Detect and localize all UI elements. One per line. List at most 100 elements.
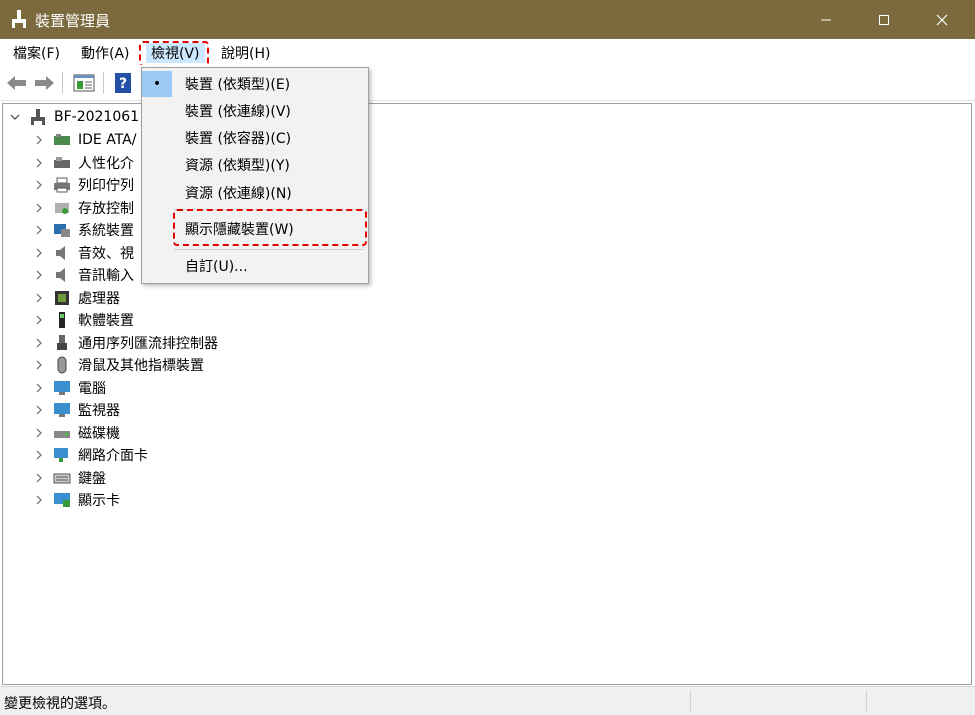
chevron-right-icon[interactable] <box>32 268 46 282</box>
chevron-right-icon[interactable] <box>32 403 46 417</box>
tree-root-label: BF-2021061 <box>54 109 140 125</box>
menu-item-label: 裝置 (依類型)(E) <box>185 77 291 93</box>
close-button[interactable] <box>916 0 968 39</box>
maximize-icon <box>879 14 889 25</box>
tree-category-row[interactable]: 系統裝置 <box>32 219 134 241</box>
tree-category-label: 列印佇列 <box>78 178 134 194</box>
disk-drive-icon <box>52 424 72 442</box>
close-icon <box>936 14 948 25</box>
back-button[interactable] <box>5 71 29 95</box>
chevron-right-icon[interactable] <box>32 223 46 237</box>
tree-category-row[interactable]: 監視器 <box>32 399 120 421</box>
tree-category-row[interactable]: 滑鼠及其他指標裝置 <box>32 354 204 376</box>
menu-separator <box>174 209 364 210</box>
tree-category-label: 通用序列匯流排控制器 <box>78 335 218 352</box>
properties-icon <box>73 74 95 92</box>
chevron-right-icon[interactable] <box>32 156 46 170</box>
speaker-icon <box>52 244 72 262</box>
help-icon: ? <box>115 73 131 93</box>
tree-category-row[interactable]: 磁碟機 <box>32 422 120 444</box>
ide-controller-icon <box>52 131 72 149</box>
tree-category-label: 音效、視 <box>78 245 134 262</box>
chevron-right-icon[interactable] <box>32 471 46 485</box>
chevron-right-icon[interactable] <box>32 246 46 260</box>
tree-category-row[interactable]: 網路介面卡 <box>32 444 148 466</box>
tree-category-label: 滑鼠及其他指標裝置 <box>78 358 204 374</box>
tree-category-row[interactable]: 電腦 <box>32 377 106 399</box>
chevron-down-icon[interactable] <box>8 110 22 124</box>
audio-input-icon <box>52 266 72 284</box>
properties-button[interactable] <box>72 71 96 95</box>
chevron-right-icon[interactable] <box>32 178 46 192</box>
chevron-right-icon[interactable] <box>32 426 46 440</box>
menu-item-label: 顯示隱藏裝置(W) <box>185 222 294 238</box>
keyboard-icon <box>52 469 72 487</box>
device-manager-app-icon <box>10 9 28 29</box>
tree-category-row[interactable]: 顯示卡 <box>32 489 120 511</box>
menu-item-resources-by-connection[interactable]: 資源 (依連線)(N) <box>142 180 368 206</box>
toolbar-separator <box>62 72 63 94</box>
chevron-right-icon[interactable] <box>32 448 46 462</box>
system-device-icon <box>52 221 72 239</box>
menu-item-label: 資源 (依連線)(N) <box>185 186 292 202</box>
minimize-icon <box>821 19 831 20</box>
chevron-right-icon[interactable] <box>32 133 46 147</box>
chevron-right-icon[interactable] <box>32 313 46 327</box>
tree-category-row[interactable]: 人性化介 <box>32 152 134 174</box>
printer-icon <box>52 176 72 194</box>
menu-item-show-hidden-devices[interactable]: 顯示隱藏裝置(W) <box>142 216 368 242</box>
help-button[interactable]: ? <box>111 71 135 95</box>
tree-category-label: 音訊輸入 <box>78 268 134 284</box>
tree-category-label: 處理器 <box>78 290 120 307</box>
mouse-icon <box>52 356 72 374</box>
usb-icon <box>52 334 72 352</box>
tree-category-row[interactable]: 處理器 <box>32 287 120 309</box>
menu-item-devices-by-connection[interactable]: 裝置 (依連線)(V) <box>142 98 368 124</box>
menu-action[interactable]: 動作(A) <box>81 43 130 63</box>
tree-category-row[interactable]: 存放控制 <box>32 197 134 219</box>
menu-item-label: 裝置 (依容器)(C) <box>185 131 292 147</box>
tree-category-row[interactable]: 音訊輸入 <box>32 264 134 286</box>
chevron-right-icon[interactable] <box>32 358 46 372</box>
storage-controller-icon <box>52 199 72 217</box>
tree-category-label: IDE ATA/ <box>78 132 137 148</box>
menu-item-resources-by-type[interactable]: 資源 (依類型)(Y) <box>142 152 368 178</box>
status-bar: 變更檢視的選項。 <box>0 686 975 715</box>
tree-category-label: 鍵盤 <box>78 470 106 487</box>
chevron-right-icon[interactable] <box>32 201 46 215</box>
menu-item-customize[interactable]: 自訂(U)... <box>142 253 368 279</box>
forward-arrow-icon <box>35 76 54 90</box>
tree-category-row[interactable]: 列印佇列 <box>32 174 134 196</box>
menu-item-devices-by-type[interactable]: • 裝置 (依類型)(E) <box>142 71 368 97</box>
menu-bar: 檔案(F) 動作(A) 檢視(V) 說明(H) <box>0 39 975 65</box>
menu-view[interactable]: 檢視(V) <box>146 43 205 63</box>
chevron-right-icon[interactable] <box>32 336 46 350</box>
maximize-button[interactable] <box>858 0 910 39</box>
status-text: 變更檢視的選項。 <box>4 696 116 712</box>
tree-category-row[interactable]: 軟體裝置 <box>32 309 134 331</box>
toolbar-separator <box>103 72 104 94</box>
menu-file[interactable]: 檔案(F) <box>13 43 60 63</box>
processor-icon <box>52 289 72 307</box>
tree-category-row[interactable]: 通用序列匯流排控制器 <box>32 332 218 354</box>
minimize-button[interactable] <box>800 0 852 39</box>
status-pane <box>690 690 866 712</box>
tree-category-row[interactable]: 鍵盤 <box>32 467 106 489</box>
tree-category-label: 網路介面卡 <box>78 448 148 464</box>
tree-category-label: 軟體裝置 <box>78 313 134 329</box>
tree-root[interactable]: BF-2021061 <box>8 106 139 128</box>
software-device-icon <box>52 311 72 329</box>
tree-category-row[interactable]: 音效、視 <box>32 242 134 264</box>
menu-help[interactable]: 說明(H) <box>221 43 270 63</box>
chevron-right-icon[interactable] <box>32 291 46 305</box>
title-bar: 裝置管理員 <box>0 0 975 39</box>
menu-separator <box>174 249 364 250</box>
chevron-right-icon[interactable] <box>32 493 46 507</box>
hid-icon <box>52 154 72 172</box>
menu-item-label: 資源 (依類型)(Y) <box>185 158 290 174</box>
chevron-right-icon[interactable] <box>32 381 46 395</box>
tree-category-label: 監視器 <box>78 403 120 419</box>
tree-category-row[interactable]: IDE ATA/ <box>32 129 136 151</box>
forward-button[interactable] <box>32 71 56 95</box>
menu-item-devices-by-container[interactable]: 裝置 (依容器)(C) <box>142 125 368 151</box>
